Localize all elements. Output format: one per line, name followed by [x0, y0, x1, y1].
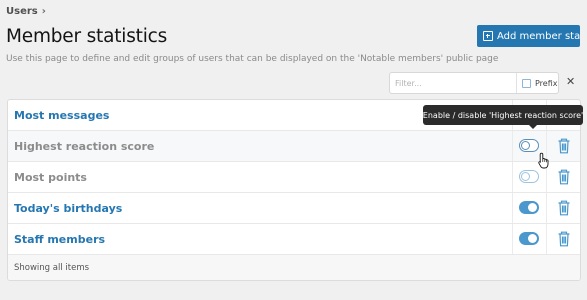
row-title-link[interactable]: Most messages	[14, 109, 109, 122]
trash-icon[interactable]	[557, 169, 571, 185]
plus-square-icon	[483, 31, 493, 41]
breadcrumb-separator-icon: ›	[41, 6, 46, 17]
list-item[interactable]: Highest reaction score	[8, 131, 580, 162]
trash-icon[interactable]	[557, 138, 571, 154]
toggle-knob	[528, 234, 537, 243]
page-description: Use this page to define and edit groups …	[6, 54, 499, 64]
filter-input[interactable]	[390, 73, 516, 93]
list-item[interactable]: Staff members	[8, 224, 580, 255]
close-icon[interactable]: ✕	[566, 76, 575, 88]
toggle-switch-icon[interactable]	[519, 201, 539, 214]
list-item[interactable]: Today's birthdays	[8, 193, 580, 224]
page-title: Member statistics	[6, 26, 168, 47]
cell-divider	[512, 193, 513, 223]
list-item[interactable]: Most points	[8, 162, 580, 193]
toggle-switch-icon[interactable]	[519, 139, 539, 152]
prefix-checkbox[interactable]	[522, 78, 531, 88]
toggle-knob	[528, 203, 537, 212]
toggle-knob	[521, 140, 530, 150]
prefix-label: Prefix	[535, 78, 558, 88]
breadcrumb-link-users[interactable]: Users	[6, 6, 38, 17]
row-title-link[interactable]: Highest reaction score	[14, 140, 154, 153]
row-title-link[interactable]: Most points	[14, 171, 87, 184]
toggle-knob	[521, 171, 530, 181]
cell-divider	[546, 224, 547, 254]
showing-items-text: Showing all items	[14, 263, 90, 273]
cell-divider	[512, 131, 513, 161]
trash-icon[interactable]	[557, 200, 571, 216]
hand-cursor-icon	[538, 152, 549, 169]
add-member-stat-button[interactable]: Add member stat	[477, 25, 580, 47]
cell-divider	[512, 224, 513, 254]
tooltip: Enable / disable 'Highest reaction score…	[423, 105, 583, 125]
add-member-stat-label: Add member stat	[497, 30, 580, 42]
toggle-switch-icon[interactable]	[519, 232, 539, 245]
tooltip-arrow	[529, 125, 537, 129]
trash-icon[interactable]	[557, 231, 571, 247]
breadcrumb: Users ›	[6, 6, 46, 17]
cell-divider	[512, 162, 513, 192]
row-title-link[interactable]: Staff members	[14, 233, 105, 246]
filter-bar: Prefix	[389, 72, 559, 94]
prefix-toggle[interactable]: Prefix	[516, 73, 559, 93]
list-footer: Showing all items	[8, 255, 580, 280]
cell-divider	[546, 193, 547, 223]
member-stats-list: Most messages Highest reaction score Mos…	[7, 99, 581, 281]
row-title-link[interactable]: Today's birthdays	[14, 202, 122, 215]
toggle-switch-icon[interactable]	[519, 170, 539, 183]
